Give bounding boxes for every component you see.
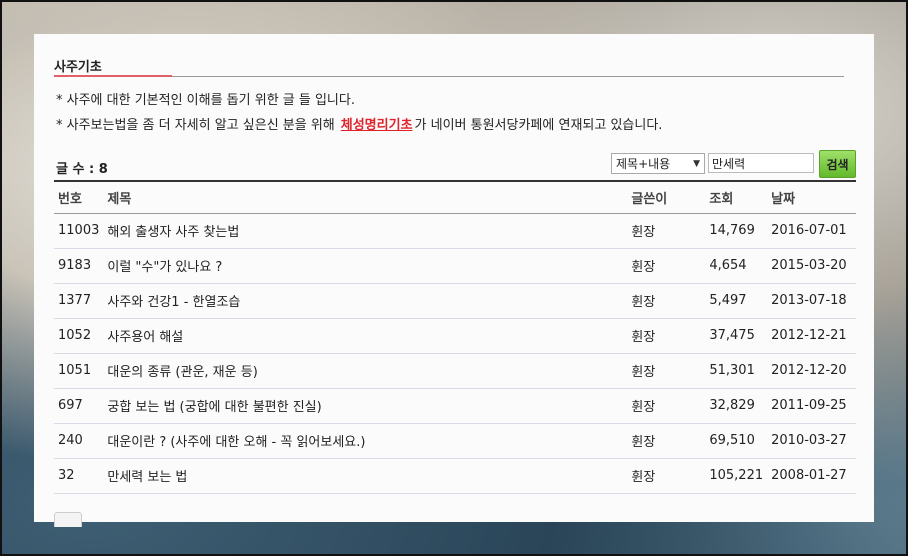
chevron-down-icon: ▼: [693, 158, 700, 169]
row-views: 51,301: [705, 353, 768, 389]
row-writer[interactable]: 휜장: [627, 248, 706, 284]
row-date: 2012-12-21: [767, 318, 856, 354]
row-no: 1052: [54, 318, 104, 354]
table-row: 1377 사주와 건강1 - 한열조습 휜장 5,497 2013-07-18: [54, 283, 856, 319]
row-views: 5,497: [705, 283, 768, 319]
title-accent-underline: [54, 75, 172, 77]
post-table: 번호 제목 글쓴이 조회 날짜 11003 해외 출생자 사주 찾는법 휜장 1…: [54, 180, 856, 494]
row-writer[interactable]: 휜장: [627, 388, 706, 424]
search-scope-value: 제목+내용: [616, 157, 671, 171]
notice-line-2: * 사주보는법을 좀 더 자세히 알고 싶은신 분을 위해 체성명리기초 가 네이버…: [56, 114, 662, 133]
row-writer[interactable]: 휜장: [627, 353, 706, 389]
row-no: 240: [54, 423, 104, 459]
header-views: 조회: [709, 191, 734, 207]
table-row: 1051 대운의 종류 (관운, 재운 등) 휜장 51,301 2012-12…: [54, 353, 856, 389]
pagination-button[interactable]: [54, 512, 82, 527]
post-count: 글 수 : 8: [56, 162, 108, 177]
row-date: 2013-07-18: [767, 283, 856, 319]
header-title: 제목: [107, 191, 132, 207]
table-row: 11003 해외 출생자 사주 찾는법 휜장 14,769 2016-07-01: [54, 213, 856, 249]
table-row: 9183 이럴 "수"가 있나요 ? 휜장 4,654 2015-03-20: [54, 248, 856, 284]
row-views: 105,221: [705, 458, 768, 494]
row-title-link[interactable]: 사주와 건강1 - 한열조습: [103, 283, 628, 319]
header-writer: 글쓴이: [631, 191, 668, 207]
row-no: 697: [54, 388, 104, 424]
row-date: 2015-03-20: [767, 248, 856, 284]
table-row: 697 궁합 보는 법 (궁합에 대한 불편한 진실) 휜장 32,829 20…: [54, 388, 856, 424]
row-no: 9183: [54, 248, 104, 284]
row-title-link[interactable]: 대운의 종류 (관운, 재운 등): [103, 353, 628, 389]
row-views: 69,510: [705, 423, 768, 459]
table-row: 32 만세력 보는 법 휜장 105,221 2008-01-27: [54, 458, 856, 494]
row-no: 11003: [54, 213, 104, 249]
row-title-link[interactable]: 궁합 보는 법 (궁합에 대한 불편한 진실): [103, 388, 628, 424]
row-writer[interactable]: 휜장: [627, 423, 706, 459]
row-views: 14,769: [705, 213, 768, 249]
row-date: 2011-09-25: [767, 388, 856, 424]
header-no: 번호: [58, 191, 82, 207]
row-title-link[interactable]: 해외 출생자 사주 찾는법: [103, 213, 628, 249]
row-no: 1051: [54, 353, 104, 389]
table-row: 1052 사주용어 해설 휜장 37,475 2012-12-21: [54, 318, 856, 354]
row-title-link[interactable]: 대운이란 ? (사주에 대한 오해 - 꼭 읽어보세요.): [103, 423, 628, 459]
notice-line-1: * 사주에 대한 기본적인 이해를 돕기 위한 글 들 입니다.: [56, 93, 355, 108]
row-views: 37,475: [705, 318, 768, 354]
board-panel: 사주기초 * 사주에 대한 기본적인 이해를 돕기 위한 글 들 입니다. * …: [34, 34, 874, 527]
notice-2-suffix: 가 네이버 통원서당카페에 연재되고 있습니다.: [414, 118, 663, 133]
row-date: 2010-03-27: [767, 423, 856, 459]
search-button[interactable]: 검색: [819, 150, 856, 178]
row-date: 2008-01-27: [767, 458, 856, 494]
row-no: 32: [54, 458, 104, 494]
search-input[interactable]: [708, 153, 814, 173]
row-writer[interactable]: 휜장: [627, 458, 706, 494]
row-views: 32,829: [705, 388, 768, 424]
title-divider: [54, 76, 844, 77]
cafe-series-link[interactable]: 체성명리기초: [341, 118, 413, 133]
row-title-link[interactable]: 이럴 "수"가 있나요 ?: [103, 248, 628, 284]
row-date: 2012-12-20: [767, 353, 856, 389]
search-scope-select[interactable]: 제목+내용 ▼: [611, 153, 705, 174]
row-writer[interactable]: 휜장: [627, 318, 706, 354]
row-title-link[interactable]: 만세력 보는 법: [103, 458, 628, 494]
notice-2-prefix: * 사주보는법을 좀 더 자세히 알고 싶은신 분을 위해: [56, 118, 335, 133]
table-row: 240 대운이란 ? (사주에 대한 오해 - 꼭 읽어보세요.) 휜장 69,…: [54, 423, 856, 459]
row-title-link[interactable]: 사주용어 해설: [103, 318, 628, 354]
header-date: 날짜: [771, 191, 796, 207]
section-title: 사주기초: [54, 60, 102, 75]
table-header-row: 번호 제목 글쓴이 조회 날짜: [54, 181, 856, 213]
row-views: 4,654: [705, 248, 768, 284]
row-writer[interactable]: 휜장: [627, 213, 706, 249]
row-writer[interactable]: 휜장: [627, 283, 706, 319]
row-date: 2016-07-01: [767, 213, 856, 249]
row-no: 1377: [54, 283, 104, 319]
